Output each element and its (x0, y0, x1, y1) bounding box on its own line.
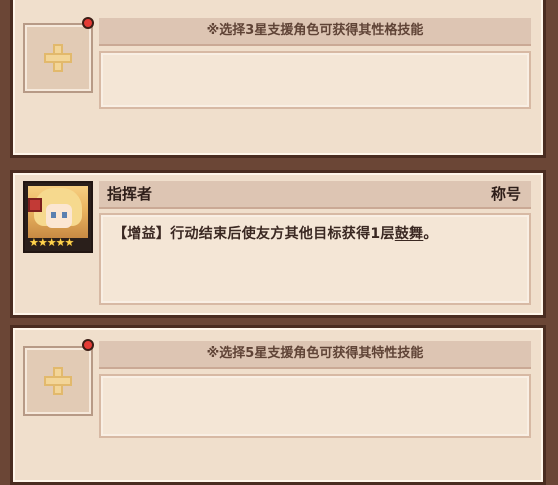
slot-hint-text: ※选择3星支援角色可获得其性格技能 (206, 23, 424, 38)
star-rating: ★★★★★ (29, 236, 74, 249)
skill-header: ※选择5星支援角色可获得其特性技能 (99, 341, 531, 369)
keyword-link-guwu[interactable]: 鼓舞 (395, 226, 424, 242)
red-bow-icon (28, 198, 42, 212)
add-support-character-button-3star[interactable] (23, 23, 93, 93)
add-support-character-button-5star[interactable] (23, 346, 93, 416)
character-avatar[interactable]: ★★★★★ (23, 181, 93, 253)
skill-tag: 称号 (490, 185, 521, 203)
description-prefix: 【增益】行动结束后使友方其他目标获得1层 (113, 226, 395, 242)
skill-description-box: 【增益】行动结束后使友方其他目标获得1层鼓舞。 (99, 213, 531, 305)
plus-icon (44, 44, 72, 72)
character-portrait (28, 186, 88, 238)
skill-title: 指挥者 (107, 185, 153, 203)
skill-description-box-empty (99, 51, 531, 109)
slot-hint-text: ※选择5星支援角色可获得其特性技能 (206, 346, 424, 361)
skill-header: ※选择3星支援角色可获得其性格技能 (99, 18, 531, 46)
support-slot-panel-title: ★★★★★ 指挥者 称号 【增益】行动结束后使友方其他目标获得1层鼓舞。 (10, 170, 546, 318)
plus-icon (44, 367, 72, 395)
support-slot-panel-5star: ※选择5星支援角色可获得其特性技能 (10, 325, 546, 485)
skill-selection-frame: ※选择3星支援角色可获得其性格技能 ★★★★★ 指挥者 称号 【增益】行动结束后… (0, 0, 558, 485)
skill-header: 指挥者 称号 (99, 181, 531, 209)
notification-dot-icon (82, 339, 94, 351)
skill-description: 【增益】行动结束后使友方其他目标获得1层鼓舞。 (113, 223, 438, 243)
description-suffix: 。 (423, 226, 438, 242)
skill-description-box-empty (99, 374, 531, 438)
support-slot-panel-3star: ※选择3星支援角色可获得其性格技能 (10, 0, 546, 158)
notification-dot-icon (82, 17, 94, 29)
